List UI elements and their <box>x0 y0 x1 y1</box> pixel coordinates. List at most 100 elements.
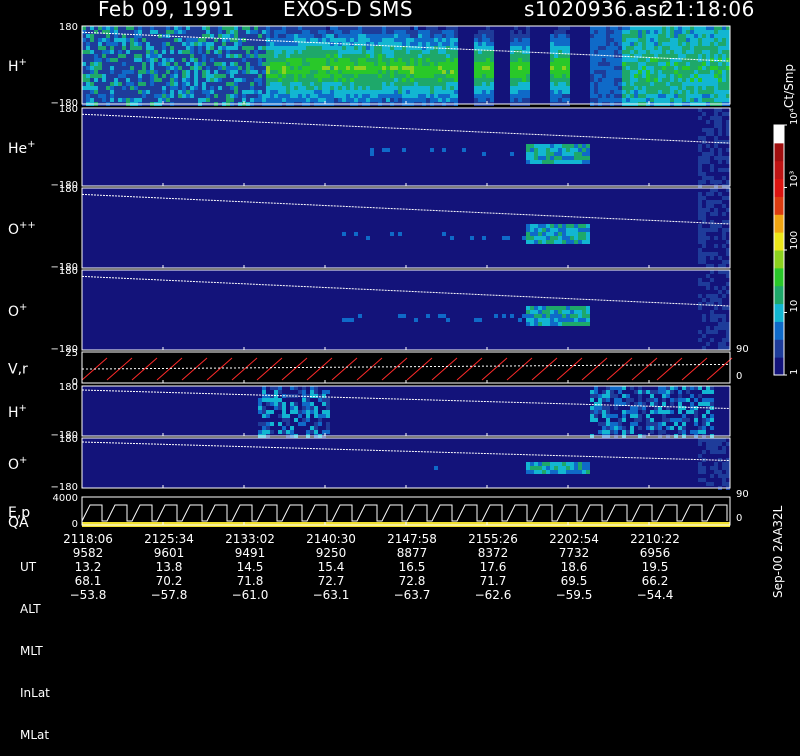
heatmap-cell <box>678 98 682 102</box>
heatmap-cell <box>222 50 226 54</box>
heatmap-cell <box>270 58 274 62</box>
heatmap-cell <box>406 50 410 54</box>
heatmap-cell <box>166 90 170 94</box>
heatmap-cell <box>310 38 314 42</box>
heatmap-cell <box>366 38 370 42</box>
heatmap-cell <box>314 26 318 30</box>
heatmap-cell <box>442 82 446 86</box>
heatmap-cell <box>166 70 170 74</box>
heatmap-cell <box>338 66 342 70</box>
heatmap-cell <box>718 128 722 132</box>
heatmap-cell <box>622 26 626 30</box>
heatmap-cell <box>558 82 562 86</box>
heatmap-cell <box>702 426 706 430</box>
heatmap-cell <box>354 46 358 50</box>
heatmap-cell <box>714 98 718 102</box>
heatmap-cell <box>158 70 162 74</box>
heatmap-cell <box>570 310 574 314</box>
heatmap-cell <box>642 50 646 54</box>
heatmap-cell <box>478 66 482 70</box>
heatmap-cell <box>290 406 294 410</box>
heatmap-cell <box>602 82 606 86</box>
heatmap-cell <box>94 58 98 62</box>
heatmap-cell <box>554 98 558 102</box>
heatmap-cell <box>210 54 214 58</box>
heatmap-cell <box>278 398 282 402</box>
heatmap-cell <box>242 62 246 66</box>
heatmap-cell <box>558 466 562 470</box>
heatmap-cell <box>154 30 158 34</box>
heatmap-cell <box>554 156 558 160</box>
panel-label: He+ <box>8 139 36 157</box>
heatmap-cell <box>694 98 698 102</box>
heatmap-cell <box>486 86 490 90</box>
heatmap-cell <box>698 34 702 38</box>
heatmap-cell <box>610 46 614 50</box>
heatmap-cell <box>670 70 674 74</box>
heatmap-cell <box>554 318 558 322</box>
heatmap-cell <box>322 30 326 34</box>
heatmap-cell <box>702 450 706 454</box>
heatmap-cell <box>614 70 618 74</box>
heatmap-cell <box>278 406 282 410</box>
heatmap-cell <box>382 90 386 94</box>
panel-6 <box>81 438 731 490</box>
heatmap-cell <box>606 82 610 86</box>
heatmap-cell <box>142 78 146 82</box>
heatmap-cell <box>422 42 426 46</box>
heatmap-cell <box>522 86 526 90</box>
heatmap-cell <box>454 50 458 54</box>
heatmap-cell <box>618 70 622 74</box>
heatmap-cell <box>398 82 402 86</box>
heatmap-cell <box>654 74 658 78</box>
heatmap-cell <box>606 42 610 46</box>
heatmap-cell <box>230 78 234 82</box>
heatmap-cell <box>166 38 170 42</box>
heatmap-cell <box>702 172 706 176</box>
heatmap-cell <box>562 62 566 66</box>
heatmap-cell <box>138 30 142 34</box>
heatmap-cell <box>102 86 106 90</box>
heatmap-cell <box>390 38 394 42</box>
heatmap-cell <box>570 306 574 310</box>
heatmap-cell <box>490 46 494 50</box>
heatmap-cell <box>326 406 330 410</box>
heatmap-cell <box>406 94 410 98</box>
heatmap-cell <box>682 42 686 46</box>
heatmap-cell <box>162 66 166 70</box>
heatmap-cell <box>214 70 218 74</box>
heatmap-cell <box>490 34 494 38</box>
heatmap-cell <box>246 78 250 82</box>
heatmap-cell <box>350 86 354 90</box>
heatmap-cell <box>710 442 714 446</box>
heatmap-cell <box>554 322 558 326</box>
heatmap-cell <box>302 74 306 78</box>
heatmap-cell <box>358 74 362 78</box>
heatmap-cell <box>362 94 366 98</box>
heatmap-cell <box>606 62 610 66</box>
heatmap-cell <box>174 38 178 42</box>
panel-label: H+ <box>8 57 27 75</box>
heatmap-cell <box>290 50 294 54</box>
heatmap-cell <box>154 38 158 42</box>
heatmap-cell <box>294 94 298 98</box>
heatmap-cell <box>706 386 710 390</box>
heatmap-cell <box>286 418 290 422</box>
heatmap-cell <box>390 232 394 236</box>
heatmap-cell <box>622 30 626 34</box>
heatmap-cell <box>606 414 610 418</box>
heatmap-cell <box>586 236 590 240</box>
heatmap-cell <box>382 34 386 38</box>
heatmap-cell <box>582 306 586 310</box>
heatmap-cell <box>354 54 358 58</box>
heatmap-cell <box>122 54 126 58</box>
heatmap-cell <box>166 30 170 34</box>
heatmap-cell <box>382 94 386 98</box>
heatmap-cell <box>106 46 110 50</box>
heatmap-cell <box>590 410 594 414</box>
heatmap-cell <box>534 144 538 148</box>
heatmap-cell <box>530 466 534 470</box>
colorbar-unit-label: Ct/Smp <box>782 63 796 108</box>
heatmap-cell <box>534 462 538 466</box>
heatmap-cell <box>562 236 566 240</box>
